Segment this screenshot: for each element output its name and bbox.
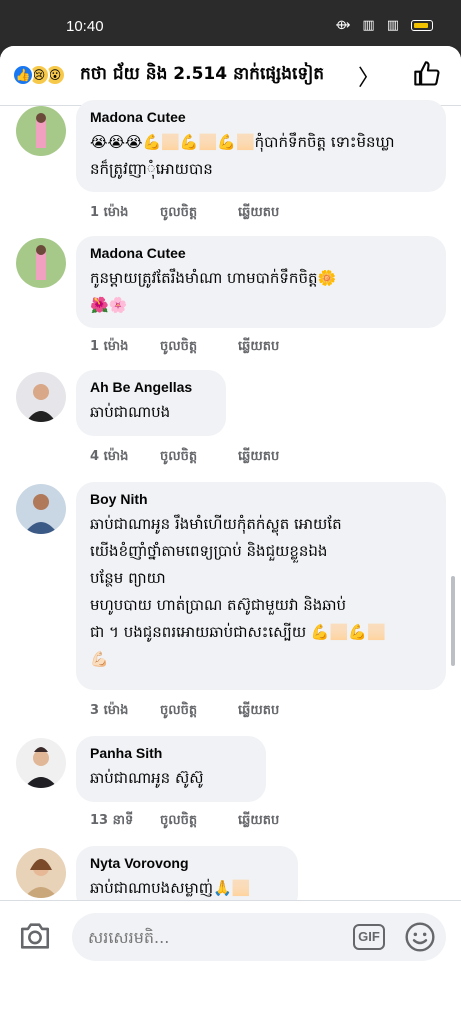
avatar[interactable] [16, 372, 66, 422]
comment-meta: 13 នាទី ចូលចិត្ត ឆ្លើយតប [90, 812, 279, 831]
chevron-right-icon[interactable]: 〉 [358, 60, 380, 92]
comment-bubble[interactable]: Panha Sith ឆាប់ជាណាអូន ស៊ូស៊ូ [76, 736, 266, 802]
comment-text: 😭😭😭💪🏻💪🏻💪🏻កុំបាក់ទឹកចិត្ត ទោះមិនឃ្លា នក៏ត… [90, 133, 395, 178]
reply-button[interactable]: ឆ្លើយតប [238, 448, 279, 467]
system-nav-bar [0, 972, 461, 1024]
comment-time[interactable]: 4 ម៉ោង [90, 448, 160, 467]
comment-text: ឆាប់ជាណាអូន ស៊ូស៊ូ [90, 769, 204, 787]
status-icons: ⟴ ▥ ▥ [335, 18, 433, 33]
reaction-icons: 👍 😢 😮 [12, 64, 66, 86]
comments-sheet: 👍 😢 😮 កថា ជ័យ និង 2.514 នាក់ផ្សេងទៀត 〉 M… [0, 46, 461, 1024]
avatar[interactable] [16, 106, 66, 156]
comment-time[interactable]: 13 នាទី [90, 812, 160, 831]
avatar[interactable] [16, 738, 66, 788]
like-reaction-icon: 👍 [12, 64, 34, 86]
reply-button[interactable]: ឆ្លើយតប [238, 702, 279, 721]
like-button[interactable]: ចូលចិត្ត [160, 204, 238, 223]
reactors-summary[interactable]: កថា ជ័យ និង 2.514 នាក់ផ្សេងទៀត [80, 63, 324, 88]
comment-meta: 3 ម៉ោង ចូលចិត្ត ឆ្លើយតប [90, 702, 279, 721]
camera-icon[interactable] [18, 919, 52, 953]
like-button[interactable]: ចូលចិត្ត [160, 702, 238, 721]
gif-icon[interactable]: GIF [353, 924, 385, 950]
comment-author[interactable]: Madona Cutee [90, 245, 432, 261]
smiley-icon[interactable] [404, 921, 436, 953]
vibrate-icon: ⟴ [335, 18, 351, 33]
comment-time[interactable]: 1 ម៉ោង [90, 338, 160, 357]
comment-meta: 1 ម៉ោង ចូលចិត្ត ឆ្លើយតប [90, 338, 279, 357]
avatar[interactable] [16, 848, 66, 898]
comment-input[interactable] [72, 913, 446, 961]
comment-bubble[interactable]: Boy Nith ឆាប់ជាណាអូន រឹងមាំហើយកុំតក់ស្លុ… [76, 482, 446, 690]
comment-text: ឆាប់ជាណាបង [90, 403, 171, 421]
comment-author[interactable]: Nyta Vorovong [90, 855, 284, 871]
comment-text: ឆាប់ជាណាបងសម្លាញ់🙏🏻 [90, 879, 251, 897]
avatar[interactable] [16, 238, 66, 288]
scrollbar[interactable] [451, 576, 455, 666]
signal-icon: ▥ [362, 18, 375, 33]
reply-button[interactable]: ឆ្លើយតប [238, 338, 279, 357]
comment-time[interactable]: 1 ម៉ោង [90, 204, 160, 223]
like-button[interactable]: ចូលចិត្ត [160, 448, 238, 467]
thumbs-up-icon[interactable] [413, 60, 441, 88]
comment-author[interactable]: Madona Cutee [90, 109, 432, 125]
comment-text: កូនម្ដាយត្រូវតែរឹងមាំណា ហាមបាក់ទឹកចិត្ត🌼… [90, 269, 337, 314]
comment-meta: 4 ម៉ោង ចូលចិត្ត ឆ្លើយតប [90, 448, 279, 467]
comment-time[interactable]: 3 ម៉ោង [90, 702, 160, 721]
comment-composer: GIF [0, 900, 461, 972]
comment-meta: 1 ម៉ោង ចូលចិត្ត ឆ្លើយតប [90, 204, 279, 223]
comment-bubble[interactable]: Madona Cutee 😭😭😭💪🏻💪🏻💪🏻កុំបាក់ទឹកចិត្ត ទោ… [76, 100, 446, 192]
signal-2-icon: ▥ [386, 18, 399, 33]
comment-author[interactable]: Panha Sith [90, 745, 252, 761]
comment-bubble[interactable]: Ah Be Angellas ឆាប់ជាណាបង [76, 370, 226, 436]
reply-button[interactable]: ឆ្លើយតប [238, 204, 279, 223]
reply-button[interactable]: ឆ្លើយតប [238, 812, 279, 831]
status-time: 10:40 [66, 18, 104, 35]
comment-author[interactable]: Ah Be Angellas [90, 379, 212, 395]
comment-author[interactable]: Boy Nith [90, 491, 432, 507]
like-button[interactable]: ចូលចិត្ត [160, 338, 238, 357]
battery-icon [411, 20, 433, 31]
comment-bubble[interactable]: Madona Cutee កូនម្ដាយត្រូវតែរឹងមាំណា ហាម… [76, 236, 446, 328]
status-bar: 10:40 ⟴ ▥ ▥ [0, 0, 461, 46]
reactions-header[interactable]: 👍 😢 😮 កថា ជ័យ និង 2.514 នាក់ផ្សេងទៀត 〉 [0, 46, 461, 106]
comment-text: ឆាប់ជាណាអូន រឹងមាំហើយកុំតក់ស្លុត អោយតែ យ… [90, 515, 386, 668]
like-button[interactable]: ចូលចិត្ត [160, 812, 238, 831]
avatar[interactable] [16, 484, 66, 534]
